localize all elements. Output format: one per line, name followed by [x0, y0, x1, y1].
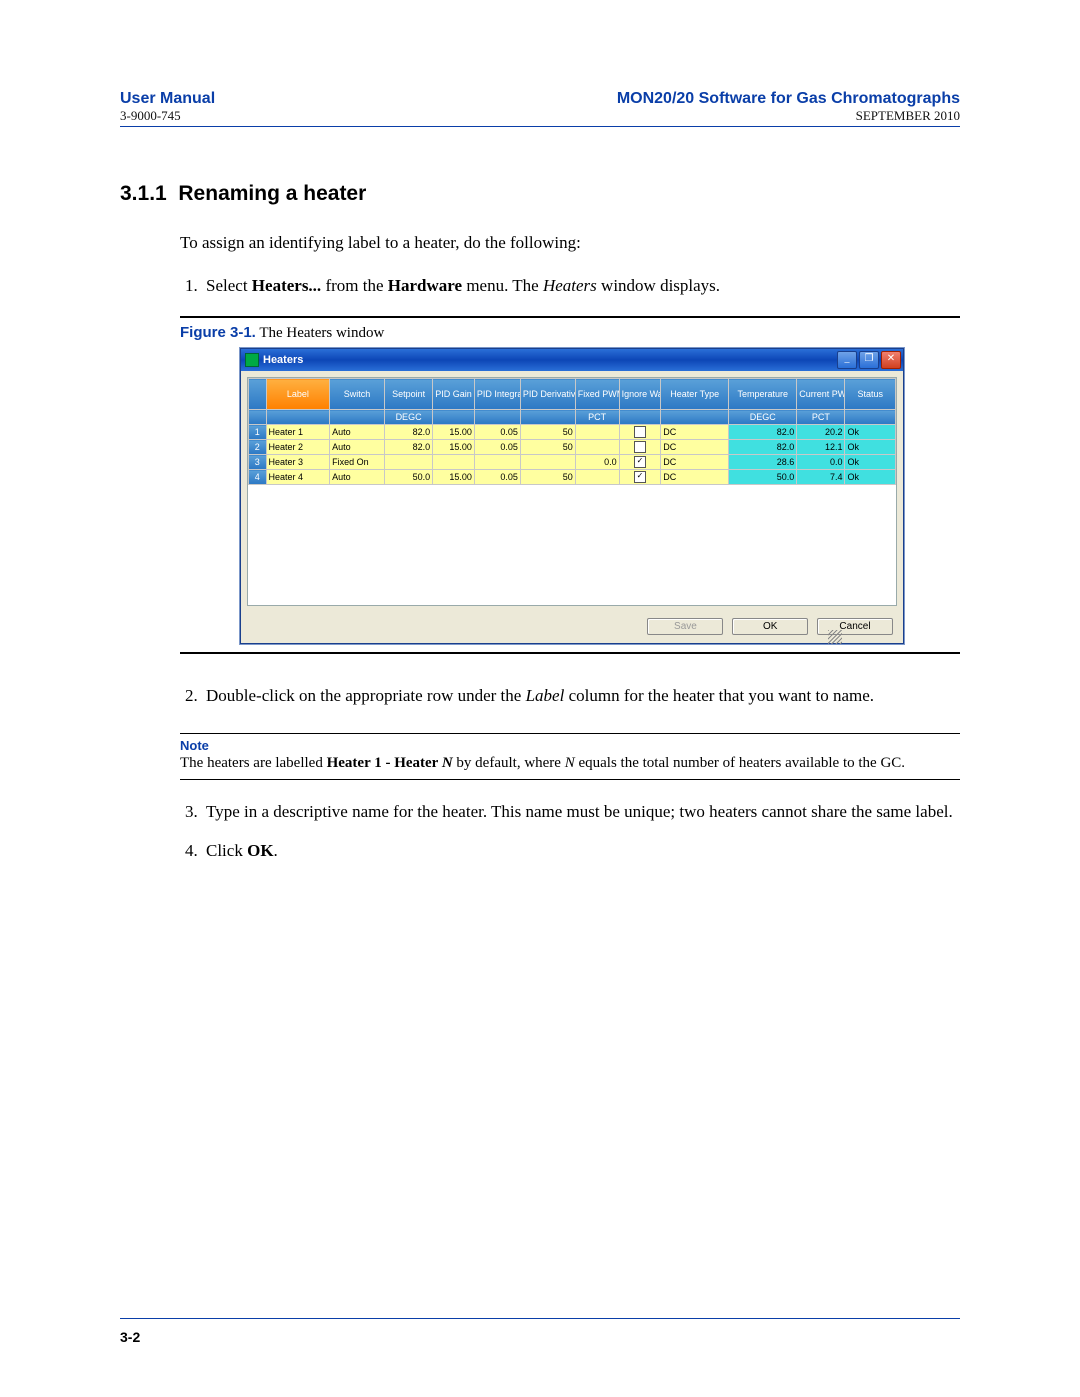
note-body: The heaters are labelled Heater 1 - Heat… [180, 753, 960, 773]
page-header: User Manual 3-9000-745 MON20/20 Software… [120, 90, 960, 124]
close-button[interactable]: ✕ [881, 351, 901, 369]
table-row[interactable]: 2Heater 2Auto82.015.000.0550DC82.012.1Ok [249, 440, 896, 455]
header-left-title: User Manual [120, 90, 215, 108]
header-row: Label Switch Setpoint PID Gain PID Integ… [249, 379, 896, 410]
note-label: Note [180, 738, 960, 753]
button-row: Save OK Cancel [241, 612, 903, 643]
page-number: 3-2 [120, 1329, 140, 1345]
col-heater-type[interactable]: Heater Type [661, 379, 729, 410]
col-temperature[interactable]: Temperature [729, 379, 797, 410]
footer-rule [120, 1318, 960, 1319]
header-right-sub: SEPTEMBER 2010 [617, 108, 960, 124]
heaters-window: Heaters _ ❐ ✕ Label Switch [240, 348, 904, 644]
grid-empty-area [248, 485, 896, 605]
col-current-pwm[interactable]: Current PWM [797, 379, 845, 410]
minimize-button[interactable]: _ [837, 351, 857, 369]
section-title: Renaming a heater [178, 182, 366, 205]
header-right-title: MON20/20 Software for Gas Chromatographs [617, 90, 960, 108]
header-left-sub: 3-9000-745 [120, 108, 215, 124]
note-rule-bottom [180, 779, 960, 780]
ok-button[interactable]: OK [732, 618, 808, 635]
figure-rule-bottom [180, 652, 960, 654]
col-pid-derivative[interactable]: PID Derivative [520, 379, 575, 410]
app-icon [245, 353, 259, 367]
heaters-grid[interactable]: Label Switch Setpoint PID Gain PID Integ… [247, 377, 897, 606]
resize-grip[interactable] [828, 630, 842, 644]
step-3: Type in a descriptive name for the heate… [202, 800, 960, 825]
col-ignore-warm[interactable]: Ignore Warm Start [619, 379, 661, 410]
window-title: Heaters [263, 354, 837, 366]
col-fixed-pwm[interactable]: Fixed PWM Output [575, 379, 619, 410]
col-setpoint[interactable]: Setpoint [384, 379, 432, 410]
figure-title: The Heaters window [256, 325, 384, 341]
col-pid-integral[interactable]: PID Integral [474, 379, 520, 410]
titlebar[interactable]: Heaters _ ❐ ✕ [241, 349, 903, 371]
intro-text: To assign an identifying label to a heat… [180, 231, 960, 256]
step-4: Click OK. [202, 839, 960, 864]
step-1: Select Heaters... from the Hardware menu… [202, 274, 960, 299]
figure-rule-top [180, 316, 960, 318]
col-label[interactable]: Label [266, 379, 330, 410]
maximize-button[interactable]: ❐ [859, 351, 879, 369]
col-corner[interactable] [249, 379, 267, 410]
col-pid-gain[interactable]: PID Gain [433, 379, 475, 410]
table-row[interactable]: 4Heater 4Auto50.015.000.0550✓DC50.07.4Ok [249, 470, 896, 485]
figure-caption: Figure 3-1. The Heaters window [180, 324, 960, 342]
units-row: DEGCPCTDEGCPCT [249, 410, 896, 425]
col-switch[interactable]: Switch [330, 379, 385, 410]
note-rule-top [180, 733, 960, 734]
section-number: 3.1.1 [120, 182, 167, 205]
header-rule [120, 126, 960, 127]
figure-number: Figure 3-1. [180, 324, 256, 341]
step-2: Double-click on the appropriate row unde… [202, 684, 960, 709]
table-row[interactable]: 3Heater 3Fixed On0.0✓DC28.60.0Ok [249, 455, 896, 470]
save-button[interactable]: Save [647, 618, 723, 635]
col-status[interactable]: Status [845, 379, 896, 410]
section-heading: 3.1.1 Renaming a heater [120, 182, 960, 206]
table-row[interactable]: 1Heater 1Auto82.015.000.0550DC82.020.2Ok [249, 425, 896, 440]
